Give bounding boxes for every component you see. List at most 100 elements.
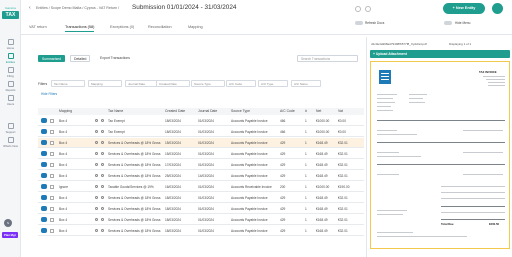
attachment-icon[interactable]: [101, 207, 104, 210]
attachment-icon[interactable]: [101, 130, 104, 133]
upload-attachment-button[interactable]: + Upload Attachment: [373, 52, 407, 56]
mapping-chip[interactable]: [41, 162, 47, 167]
mapping-chip[interactable]: [41, 140, 47, 145]
mapping-chip[interactable]: [41, 184, 47, 189]
user-avatar[interactable]: [492, 3, 503, 14]
plan-badge[interactable]: Plan Mgt: [2, 232, 18, 238]
detailed-toggle[interactable]: Detailed: [70, 55, 91, 62]
tab-mapping[interactable]: Mapping: [188, 25, 203, 29]
table-row[interactable]: Box 4 Services & Overheads @ 18% Gross 15/…: [38, 138, 364, 148]
table-row[interactable]: Box 4 Services & Overheads @ 18% Gross 17/…: [38, 160, 364, 170]
mapping-chip[interactable]: [41, 217, 47, 222]
hide-menu-toggle[interactable]: [444, 21, 452, 25]
sidebar-item-reports[interactable]: Reports: [1, 81, 20, 92]
filter-journal-date[interactable]: Journal Date: [125, 80, 159, 87]
row-checkbox[interactable]: [50, 173, 54, 178]
table-row[interactable]: Box 4 Tax Exempt 18/03/2024 01/03/2024 Accou…: [38, 116, 364, 126]
mapping-chip[interactable]: [41, 118, 47, 123]
edit-icon[interactable]: [95, 141, 98, 144]
col-mapping[interactable]: Mapping: [59, 109, 72, 113]
mapping-chip[interactable]: [41, 129, 47, 134]
mapping-chip[interactable]: [41, 228, 47, 233]
attachment-icon[interactable]: [101, 141, 104, 144]
tab-reconciliation[interactable]: Reconciliation: [148, 25, 172, 29]
filter-source-type[interactable]: Source Type: [191, 80, 225, 87]
attachment-icon[interactable]: [101, 119, 104, 122]
sidebar-item-users[interactable]: Users: [1, 95, 20, 106]
back-button[interactable]: ‹: [29, 5, 31, 11]
col-ac-code[interactable]: A/C Code: [280, 109, 295, 113]
filter-ac-code[interactable]: A/C Code: [226, 80, 256, 87]
export-transactions-button[interactable]: Export Transactions: [100, 56, 130, 60]
col-count[interactable]: #: [305, 109, 307, 113]
edit-icon[interactable]: [95, 185, 98, 188]
edit-icon[interactable]: [95, 174, 98, 177]
row-checkbox[interactable]: [50, 217, 54, 222]
filter-ac-name[interactable]: A/C Name: [291, 80, 321, 87]
attachment-icon[interactable]: [101, 152, 104, 155]
sidebar-item-support[interactable]: Support: [1, 123, 20, 134]
edit-icon[interactable]: [95, 163, 98, 166]
edit-icon[interactable]: [95, 130, 98, 133]
mapping-chip[interactable]: [41, 173, 47, 178]
attachment-icon[interactable]: [101, 218, 104, 221]
table-row[interactable]: Box 4 Services & Overheads @ 18% Gross 18/…: [38, 215, 364, 225]
filter-mapping[interactable]: Mapping: [88, 80, 122, 87]
row-checkbox[interactable]: [50, 228, 54, 233]
search-input[interactable]: Search Transactions: [297, 55, 358, 62]
notifications-icon[interactable]: [355, 6, 361, 12]
row-checkbox[interactable]: [50, 195, 54, 200]
edit-icon[interactable]: [95, 119, 98, 122]
table-row[interactable]: Box 4 Tax Exempt 18/03/2024 01/03/2024 Accou…: [38, 127, 364, 137]
filter-created-date[interactable]: Created Date: [156, 80, 190, 87]
row-checkbox[interactable]: [50, 206, 54, 211]
col-net[interactable]: Net: [316, 109, 321, 113]
attachment-icon[interactable]: [101, 196, 104, 199]
table-row[interactable]: Box 4 Services & Overheads @ 18% Gross 15/…: [38, 149, 364, 159]
row-checkbox[interactable]: [50, 140, 54, 145]
edit-icon[interactable]: [95, 196, 98, 199]
mapping-chip[interactable]: [41, 206, 47, 211]
invoice-document[interactable]: TAX INVOICE Total Due €200.50: [370, 61, 510, 249]
attachment-icon[interactable]: [101, 229, 104, 232]
table-row[interactable]: Box 4 Services & Overheads @ 18% Gross 18/…: [38, 193, 364, 203]
attachment-icon[interactable]: [101, 185, 104, 188]
sidebar-item-home[interactable]: Home: [1, 39, 20, 50]
col-journal-date[interactable]: Journal Date: [198, 109, 217, 113]
row-checkbox[interactable]: [50, 184, 54, 189]
breadcrumb[interactable]: Entities / Scope Demo Malta / Cyprus - V…: [36, 6, 119, 10]
app-logo[interactable]: Gamma TAX: [2, 6, 19, 19]
row-checkbox[interactable]: [50, 129, 54, 134]
row-checkbox[interactable]: [50, 118, 54, 123]
attachment-icon[interactable]: [101, 174, 104, 177]
settings-icon[interactable]: [365, 6, 371, 12]
sidebar-item-whats-new[interactable]: What's New: [1, 137, 20, 148]
mapping-chip[interactable]: [41, 195, 47, 200]
new-entity-button[interactable]: + New Entity: [443, 3, 485, 14]
edit-icon[interactable]: [95, 207, 98, 210]
edit-icon[interactable]: [95, 229, 98, 232]
row-checkbox[interactable]: [50, 151, 54, 156]
summarised-toggle[interactable]: Summarised: [38, 55, 66, 62]
tab-exceptions[interactable]: Exceptions (0): [110, 25, 134, 29]
table-row[interactable]: Box 4 Services & Overheads @ 18% Gross 18/…: [38, 204, 364, 214]
col-tax-name[interactable]: Tax Name: [108, 109, 123, 113]
sidebar-item-filing[interactable]: Filing: [1, 67, 20, 78]
refresh-docs-toggle[interactable]: [355, 21, 363, 25]
col-source-type[interactable]: Source Type: [231, 109, 250, 113]
attachment-icon[interactable]: [101, 163, 104, 166]
edit-icon[interactable]: [95, 152, 98, 155]
table-row[interactable]: Box 4 Services & Overheads @ 18% Gross 18/…: [38, 226, 364, 236]
sidebar-item-entities[interactable]: Entities: [1, 53, 20, 64]
hide-filters-link[interactable]: Hide Filters: [41, 92, 57, 96]
filter-ac-type[interactable]: A/C Type: [258, 80, 288, 87]
col-created-date[interactable]: Created Date: [165, 109, 185, 113]
col-vat[interactable]: Vat: [338, 109, 343, 113]
row-checkbox[interactable]: [50, 162, 54, 167]
avatar[interactable]: S: [4, 219, 12, 227]
tab-vat-return[interactable]: VAT return: [29, 25, 47, 29]
edit-icon[interactable]: [95, 218, 98, 221]
filter-tax-name[interactable]: Tax Name: [51, 80, 85, 87]
table-row[interactable]: Ignore Taxable Goods/Services @ 19% 16/03/…: [38, 182, 364, 192]
table-row[interactable]: Box 4 Services & Overheads @ 18% Gross 25/…: [38, 171, 364, 181]
